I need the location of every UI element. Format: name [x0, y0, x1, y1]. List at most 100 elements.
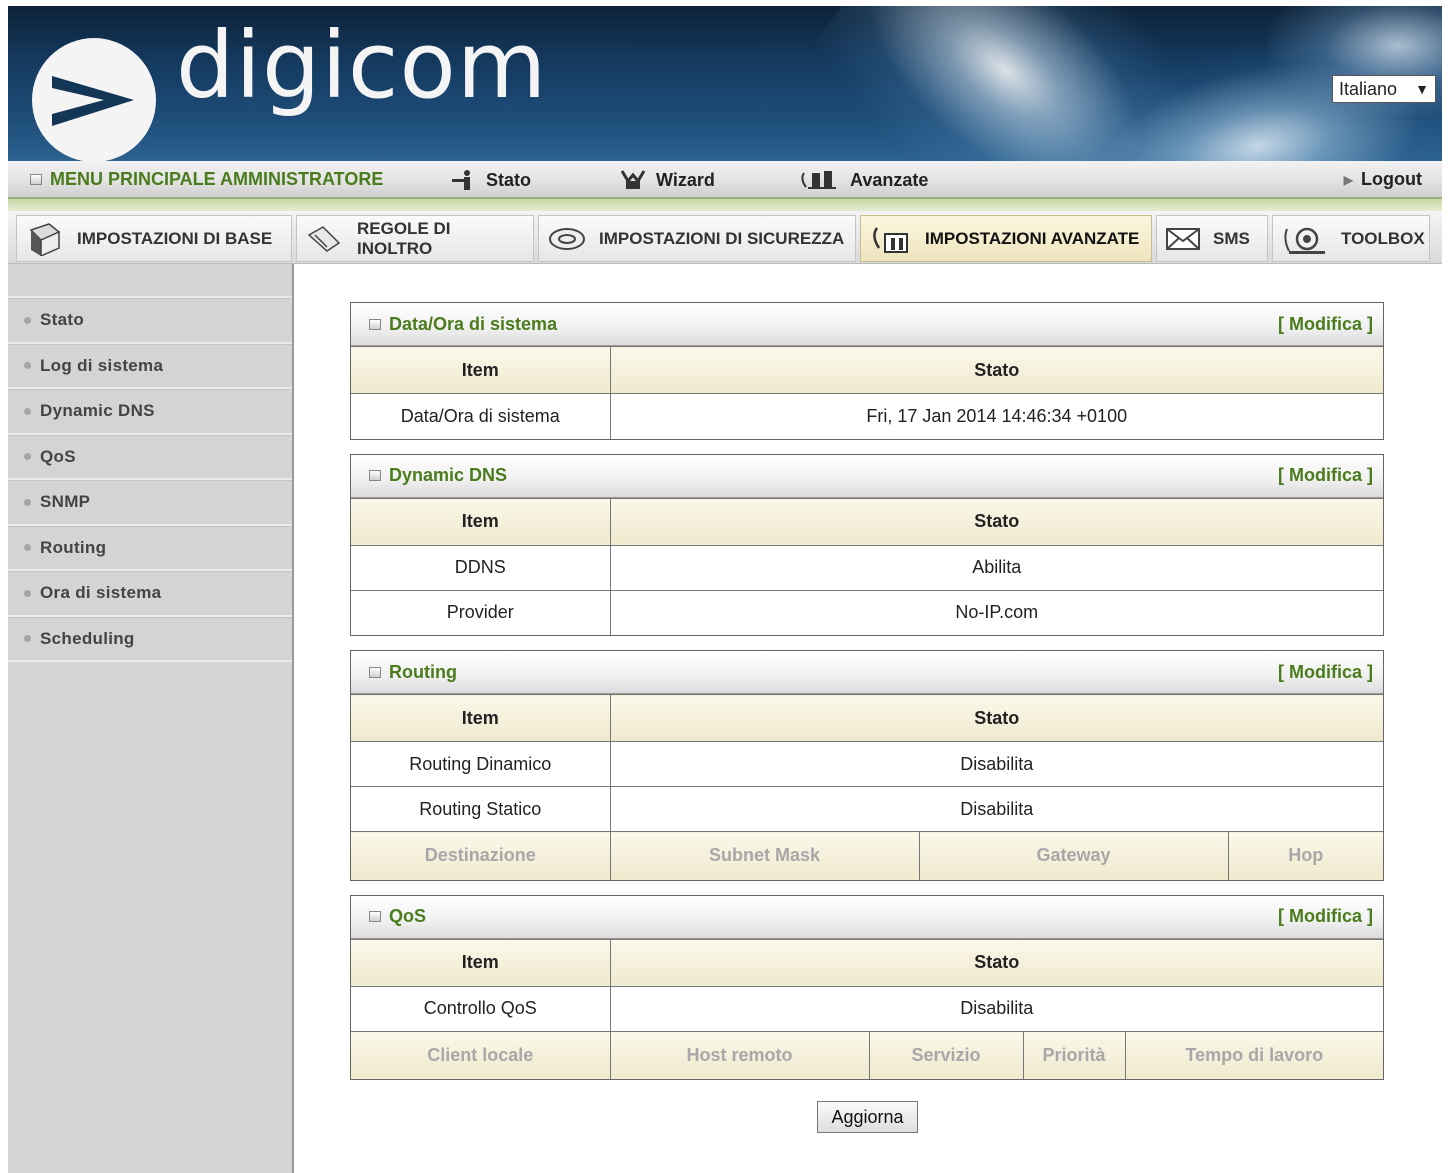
table-row: Routing Dinamico Disabilita — [351, 741, 1383, 787]
column-header-servizio: Servizio — [868, 1030, 1024, 1079]
wizard-icon — [620, 170, 646, 189]
digicom-logo-icon — [32, 38, 156, 161]
logout-link[interactable]: ▶ Logout — [1344, 169, 1422, 190]
table-row: Data/Ora di sistema Fri, 17 Jan 2014 14:4… — [351, 393, 1383, 439]
cell-item: Routing Statico — [351, 786, 611, 832]
sidebar-item-label: Log di sistema — [40, 355, 164, 375]
advanced-menu-icon — [801, 171, 836, 189]
cell-value: No-IP.com — [609, 589, 1383, 635]
cell-item: Data/Ora di sistema — [351, 393, 611, 439]
envelope-icon — [1166, 227, 1200, 250]
sidebar-item-log-sistema[interactable]: Log di sistema — [8, 343, 292, 389]
panel-datetime: Data/Ora di sistema [ Modifica ] Item Sta… — [350, 302, 1384, 440]
header-banner: digicom Italiano ▼ — [8, 6, 1442, 161]
notebook-icon — [29, 222, 61, 256]
panel-title: Routing — [389, 661, 457, 682]
qos-table: Item Stato Controllo QoS Disabilita Client… — [351, 938, 1383, 1079]
tab-toolbox[interactable]: TOOLBOX — [1272, 215, 1430, 262]
menu-avanzate[interactable]: Avanzate — [798, 169, 928, 191]
panel-qos: QoS [ Modifica ] Item Stato Controllo QoS… — [350, 894, 1384, 1080]
bullet-icon — [24, 316, 31, 324]
square-bullet-icon — [369, 318, 381, 330]
table-row: Controllo QoS Disabilita — [351, 985, 1383, 1032]
sidebar-item-snmp[interactable]: SNMP — [8, 480, 292, 526]
panel-title: QoS — [389, 906, 427, 926]
toolbox-icon — [1284, 227, 1325, 254]
advanced-icon — [873, 226, 908, 253]
column-header-destinazione: Destinazione — [351, 831, 611, 880]
column-header-item: Item — [351, 497, 611, 546]
arrow-right-icon: ▶ — [1343, 172, 1354, 187]
table-row: Provider No-IP.com — [351, 589, 1383, 635]
menu-admin[interactable]: MENU PRINCIPALE AMMINISTRATORE — [30, 169, 383, 190]
bullet-icon — [24, 362, 31, 370]
column-header-gateway: Gateway — [918, 831, 1229, 880]
menu-avanzate-label: Avanzate — [850, 169, 929, 190]
cell-item: Routing Dinamico — [351, 741, 611, 787]
sidebar-item-ora-sistema[interactable]: Ora di sistema — [8, 571, 292, 617]
main-content: Data/Ora di sistema [ Modifica ] Item Sta… — [350, 302, 1384, 1094]
menu-wizard-label: Wizard — [656, 169, 715, 190]
panel-header: Routing [ Modifica ] — [351, 651, 1383, 694]
sidebar: Stato Log di sistema Dynamic DNS QoS SNM… — [8, 264, 294, 1173]
bullet-icon — [24, 544, 31, 552]
cell-value: Fri, 17 Jan 2014 14:46:34 +0100 — [609, 393, 1383, 439]
tab-regole-inoltro[interactable]: REGOLE DI INOLTRO — [296, 215, 534, 262]
modify-link[interactable]: [ Modifica ] — [1278, 314, 1373, 335]
column-header-item: Item — [351, 346, 611, 394]
refresh-button[interactable]: Aggiorna — [817, 1101, 918, 1133]
bullet-icon — [24, 407, 31, 415]
sidebar-item-stato[interactable]: Stato — [8, 298, 292, 344]
bullet-icon — [24, 453, 31, 461]
cell-value: Disabilita — [609, 985, 1383, 1032]
modify-link[interactable]: [ Modifica ] — [1278, 465, 1373, 486]
square-bullet-icon — [30, 174, 42, 185]
cell-value: Disabilita — [609, 786, 1383, 832]
dropdown-arrow-icon: ▼ — [1415, 81, 1429, 97]
language-select[interactable]: Italiano ▼ — [1332, 75, 1436, 103]
status-figure-icon — [452, 170, 470, 190]
sidebar-item-dynamic-dns[interactable]: Dynamic DNS — [8, 389, 292, 435]
sidebar-item-scheduling[interactable]: Scheduling — [8, 616, 292, 662]
ddns-table: Item Stato DDNS Abilita Provider No-IP.com — [351, 497, 1383, 635]
modify-link[interactable]: [ Modifica ] — [1278, 906, 1373, 927]
sidebar-item-label: Ora di sistema — [40, 583, 162, 603]
panel-ddns: Dynamic DNS [ Modifica ] Item Stato DDNS A… — [350, 453, 1384, 636]
sidebar-item-label: Routing — [40, 537, 107, 557]
menu-stato[interactable]: Stato — [450, 169, 531, 191]
logout-label: Logout — [1361, 169, 1422, 189]
menu-admin-label: MENU PRINCIPALE AMMINISTRATORE — [50, 169, 384, 189]
column-header-stato: Stato — [609, 694, 1383, 742]
column-header-stato: Stato — [609, 938, 1383, 987]
tab-label: REGOLE DI INOLTRO — [357, 218, 451, 258]
column-header-client-locale: Client locale — [351, 1030, 611, 1079]
square-bullet-icon — [369, 666, 381, 678]
sidebar-item-label: QoS — [40, 446, 76, 466]
menu-stato-label: Stato — [486, 169, 531, 190]
sidebar-item-label: Stato — [40, 310, 84, 330]
tab-impostazioni-avanzate[interactable]: IMPOSTAZIONI AVANZATE — [860, 215, 1152, 262]
cell-item: Controllo QoS — [351, 985, 611, 1032]
column-header-hop: Hop — [1227, 831, 1383, 880]
panel-header: QoS [ Modifica ] — [351, 895, 1383, 939]
tab-impostazioni-base[interactable]: IMPOSTAZIONI DI BASE — [16, 215, 292, 262]
modify-link[interactable]: [ Modifica ] — [1278, 662, 1373, 683]
sidebar-item-routing[interactable]: Routing — [8, 525, 292, 571]
routing-table: Item Stato Routing Dinamico Disabilita Rou… — [351, 694, 1383, 880]
cell-value: Abilita — [609, 544, 1383, 591]
cell-item: DDNS — [351, 544, 611, 591]
main-menu: MENU PRINCIPALE AMMINISTRATORE Stato Wiz… — [8, 161, 1442, 199]
bullet-icon — [24, 589, 31, 597]
column-header-item: Item — [351, 938, 611, 987]
tab-impostazioni-sicurezza[interactable]: IMPOSTAZIONI DI SICUREZZA — [538, 215, 856, 262]
column-header-stato: Stato — [609, 497, 1383, 546]
logo-text: digicom — [176, 12, 548, 119]
tab-sms[interactable]: SMS — [1156, 215, 1268, 262]
datetime-table: Item Stato Data/Ora di sistema Fri, 17 Jan… — [351, 346, 1383, 439]
panel-title: Data/Ora di sistema — [389, 313, 558, 334]
menu-wizard[interactable]: Wizard — [618, 169, 715, 191]
sidebar-item-label: SNMP — [40, 492, 91, 512]
sidebar-item-qos[interactable]: QoS — [8, 434, 292, 480]
square-bullet-icon — [369, 911, 381, 922]
security-icon — [549, 227, 585, 250]
